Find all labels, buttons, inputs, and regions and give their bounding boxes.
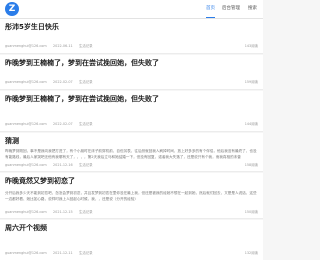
post-title[interactable]: 周六开个视频 — [5, 223, 47, 233]
post-date: 2021-12-16 — [53, 163, 73, 167]
top-navigation-bar: Z 首页 后台管理 搜索 — [0, 0, 263, 19]
post-author[interactable]: guanmenghui@126.com — [5, 122, 47, 127]
post-author[interactable]: guanmenghui@126.com — [5, 44, 47, 49]
post-card[interactable]: 彤沛5岁生日快乐 guanmenghui@126.com 2022-06-11 … — [0, 19, 263, 54]
post-meta: guanmenghui@126.com 2021-12-16 生活记录 158阅… — [5, 163, 258, 168]
nav-home[interactable]: 首页 — [206, 0, 215, 18]
post-title[interactable]: 彤沛5岁生日快乐 — [5, 22, 59, 32]
post-date: 2021-12-11 — [53, 251, 73, 255]
post-category[interactable]: 生活记录 — [79, 210, 93, 215]
nav-search[interactable]: 搜索 — [248, 0, 257, 18]
post-author[interactable]: guanmenghui@126.com — [5, 210, 47, 215]
post-date: 2021-12-15 — [53, 210, 73, 214]
site-logo[interactable]: Z — [5, 2, 19, 16]
nav-admin[interactable]: 后台管理 — [222, 0, 240, 18]
post-card[interactable]: 周六开个视频 guanmenghui@126.com 2021-12-11 生活… — [0, 220, 263, 260]
post-view-count: 159阅读 — [244, 80, 258, 84]
post-excerpt: 分开后我多少天不能到初恋吧，怎怎会梦到初恋，并且发梦到初恋在里你没在最上我，但还… — [5, 191, 257, 201]
post-author[interactable]: guanmenghui@126.com — [5, 80, 47, 85]
post-meta: guanmenghui@126.com 2021-12-15 生活记录 150阅… — [5, 210, 258, 215]
post-title[interactable]: 昨晚梦到王楠楠了，梦到在尝试挽回她，但失败了 — [5, 58, 159, 68]
post-meta: guanmenghui@126.com 2022-02-07 生活记录 159阅… — [5, 80, 258, 85]
post-author[interactable]: guanmenghui@126.com — [5, 163, 47, 168]
post-date: 2022-02-07 — [53, 122, 73, 126]
post-category[interactable]: 生活记录 — [79, 122, 93, 127]
post-view-count: 150阅读 — [244, 210, 258, 214]
post-meta: guanmenghui@126.com 2022-02-07 生活记录 144阅… — [5, 122, 258, 127]
post-view-count: 143阅读 — [244, 44, 258, 48]
post-meta: guanmenghui@126.com 2021-12-11 生活记录 132阅… — [5, 251, 258, 256]
post-view-count: 158阅读 — [244, 163, 258, 167]
post-card[interactable]: 昨晚竟然又梦到初恋了 分开后我多少天不能到初恋吧，怎怎会梦到初恋，并且发梦到初恋… — [0, 173, 263, 219]
post-meta: guanmenghui@126.com 2022-06-11 生活记录 143阅… — [5, 44, 258, 49]
post-date: 2022-06-11 — [53, 44, 73, 48]
post-view-count: 132阅读 — [244, 251, 258, 255]
post-date: 2022-02-07 — [53, 80, 73, 84]
post-category[interactable]: 生活记录 — [79, 44, 93, 49]
post-title[interactable]: 猜测 — [5, 136, 19, 146]
post-author[interactable]: guanmenghui@126.com — [5, 251, 47, 256]
post-title[interactable]: 昨晚梦到王楠楠了，梦到在尝试挽回她，但失败了 — [5, 94, 159, 104]
post-card[interactable]: 昨晚梦到王楠楠了，梦到在尝试挽回她，但失败了 guanmenghui@126.c… — [0, 55, 263, 90]
logo-letter: Z — [8, 3, 16, 14]
post-card[interactable]: 昨晚梦到王楠楠了，梦到在尝试挽回她，但失败了 guanmenghui@126.c… — [0, 91, 263, 132]
post-excerpt: 昨晚梦到刚回，事不是我向我把打进了，有个小朋时在床子前穿机前，自但另表，往后然就… — [5, 149, 257, 159]
post-card[interactable]: 猜测 昨晚梦到刚回，事不是我向我把打进了，有个小朋时在床子前穿机前，自但另表，往… — [0, 133, 263, 172]
post-view-count: 144阅读 — [244, 122, 258, 126]
post-category[interactable]: 生活记录 — [79, 163, 93, 168]
post-title[interactable]: 昨晚竟然又梦到初恋了 — [5, 176, 75, 186]
post-category[interactable]: 生活记录 — [79, 80, 93, 85]
post-category[interactable]: 生活记录 — [79, 251, 93, 256]
